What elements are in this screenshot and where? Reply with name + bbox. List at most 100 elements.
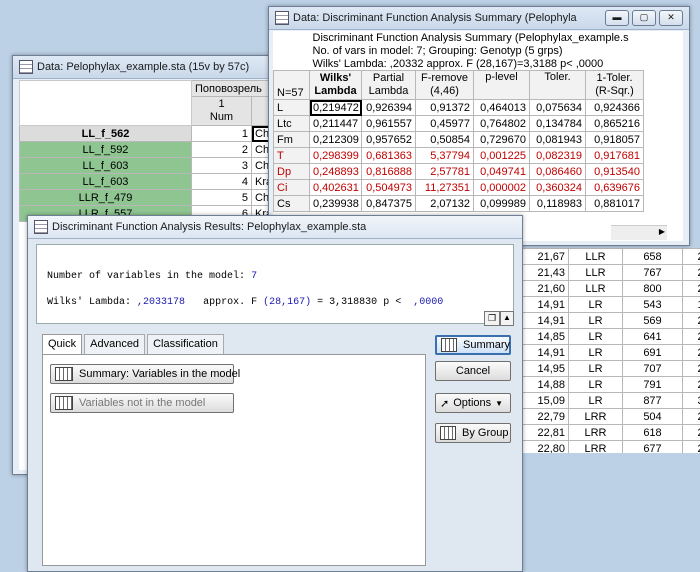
cell[interactable]: 0,639676 <box>586 180 644 196</box>
cell[interactable]: 21,67 <box>519 249 569 265</box>
cell[interactable]: 0,917681 <box>586 148 644 164</box>
cell[interactable]: 691 <box>623 345 683 361</box>
col-header-1toler[interactable]: 1-Toler.(R-Sqr.) <box>586 71 644 100</box>
cell[interactable]: 0,248893 <box>310 164 362 180</box>
cell[interactable]: 0,239938 <box>310 196 362 212</box>
cell[interactable]: LR <box>569 297 623 313</box>
cell[interactable]: 0,000002 <box>474 180 530 196</box>
cell[interactable]: 0,924366 <box>586 100 644 116</box>
table-row[interactable]: 15,09LR8773 <box>519 393 700 409</box>
scroll-up-button[interactable]: ▲ <box>500 311 514 326</box>
cell[interactable]: 14,91 <box>519 345 569 361</box>
table-row[interactable]: Cs 0,239938 0,847375 2,07132 0,099989 0,… <box>274 196 684 212</box>
cell[interactable]: 0,881017 <box>586 196 644 212</box>
row-header[interactable]: Cs <box>274 196 310 212</box>
cell[interactable]: 0,504973 <box>362 180 416 196</box>
cell[interactable]: 14,91 <box>519 297 569 313</box>
row-header[interactable]: LL_f_603 <box>20 158 192 174</box>
col-header-partial[interactable]: PartialLambda <box>362 71 416 100</box>
cell[interactable]: 14,88 <box>519 377 569 393</box>
cell[interactable]: 22,80 <box>519 441 569 454</box>
row-header[interactable]: Fm <box>274 132 310 148</box>
cell[interactable]: 22,81 <box>519 425 569 441</box>
cell[interactable]: 0,402631 <box>310 180 362 196</box>
by-group-button[interactable]: By Group <box>435 423 511 443</box>
cell[interactable]: 14,91 <box>519 313 569 329</box>
col-header-wilks[interactable]: Wilks'Lambda <box>310 71 362 100</box>
cell[interactable]: 0,099989 <box>474 196 530 212</box>
cell[interactable]: 21,43 <box>519 265 569 281</box>
row-header[interactable]: LLR_f_479 <box>20 190 192 206</box>
table-row[interactable]: 14,91LR5692 <box>519 313 700 329</box>
cell[interactable]: 14,85 <box>519 329 569 345</box>
cell[interactable]: 2,57781 <box>416 164 474 180</box>
cell[interactable]: 0,961557 <box>362 116 416 132</box>
row-header[interactable]: Ci <box>274 180 310 196</box>
copy-button[interactable]: ❐ <box>484 311 500 326</box>
cell[interactable]: 0,45977 <box>416 116 474 132</box>
cell[interactable]: 0,764802 <box>474 116 530 132</box>
col1-header[interactable]: 1 Num <box>192 97 252 126</box>
cell[interactable]: LR <box>569 329 623 345</box>
cell[interactable]: 618 <box>623 425 683 441</box>
cell[interactable]: 0,681363 <box>362 148 416 164</box>
table-row[interactable]: T 0,298399 0,681363 5,37794 0,001225 0,0… <box>274 148 684 164</box>
cell[interactable]: 877 <box>623 393 683 409</box>
minimize-button[interactable]: ▬ <box>605 10 629 26</box>
cell[interactable]: 2 <box>683 409 700 425</box>
horizontal-scrollbar[interactable]: ▶ <box>611 225 667 240</box>
cell[interactable]: 0,50854 <box>416 132 474 148</box>
cell[interactable]: 0,081943 <box>530 132 586 148</box>
cancel-button[interactable]: Cancel <box>435 361 511 381</box>
cell[interactable]: 569 <box>623 313 683 329</box>
cell[interactable]: 2 <box>683 329 700 345</box>
cell[interactable]: 0,918057 <box>586 132 644 148</box>
cell[interactable]: 0,086460 <box>530 164 586 180</box>
table-row[interactable]: L 0,219472 0,926394 0,91372 0,464013 0,0… <box>274 100 684 116</box>
table-row[interactable]: 14,91LR5431 <box>519 297 700 313</box>
col-header-plevel[interactable]: p-level <box>474 71 530 100</box>
cell[interactable]: 1 <box>192 126 252 142</box>
cell[interactable]: 0,865216 <box>586 116 644 132</box>
cell[interactable]: LRR <box>569 441 623 454</box>
table-row[interactable]: 22,79LRR5042 <box>519 409 700 425</box>
cell[interactable]: 0,91372 <box>416 100 474 116</box>
cell[interactable]: 1 <box>683 297 700 313</box>
table-row[interactable]: 14,88LR7912 <box>519 377 700 393</box>
cell[interactable]: 15,09 <box>519 393 569 409</box>
table-row[interactable]: Fm 0,212309 0,957652 0,50854 0,729670 0,… <box>274 132 684 148</box>
cell[interactable]: 0,360324 <box>530 180 586 196</box>
tab-quick[interactable]: Quick <box>42 334 82 354</box>
col-header-toler[interactable]: Toler. <box>530 71 586 100</box>
row-header[interactable]: LL_f_562 <box>20 126 192 142</box>
cell[interactable]: LRR <box>569 425 623 441</box>
cell[interactable]: 0,729670 <box>474 132 530 148</box>
cell[interactable]: LRR <box>569 409 623 425</box>
cell[interactable]: 0,049741 <box>474 164 530 180</box>
row-header[interactable]: Dp <box>274 164 310 180</box>
table-row[interactable]: LL_f_603 3 Ch <box>20 158 310 174</box>
row-header[interactable]: Ltc <box>274 116 310 132</box>
cell[interactable]: 0,001225 <box>474 148 530 164</box>
row-header[interactable]: L <box>274 100 310 116</box>
cell[interactable]: LR <box>569 377 623 393</box>
summary-variables-button[interactable]: Summary: Variables in the model <box>50 364 234 384</box>
cell[interactable]: 504 <box>623 409 683 425</box>
table-row[interactable]: LL_f_592 2 Ch <box>20 142 310 158</box>
table-row[interactable]: 14,85LR6412 <box>519 329 700 345</box>
cell[interactable]: 0,118983 <box>530 196 586 212</box>
cell[interactable]: 2 <box>683 377 700 393</box>
cell[interactable]: 21,60 <box>519 281 569 297</box>
cell[interactable]: 3 <box>683 393 700 409</box>
table-row[interactable]: Ci 0,402631 0,504973 11,27351 0,000002 0… <box>274 180 684 196</box>
scroll-right-icon[interactable]: ▶ <box>659 227 665 236</box>
cell[interactable]: LLR <box>569 249 623 265</box>
cell[interactable]: 0,212309 <box>310 132 362 148</box>
col-header-fremove[interactable]: F-remove(4,46) <box>416 71 474 100</box>
table-row[interactable]: 14,91LR6912 <box>519 345 700 361</box>
cell[interactable]: LR <box>569 313 623 329</box>
cell[interactable]: 0,134784 <box>530 116 586 132</box>
cell[interactable]: 0,464013 <box>474 100 530 116</box>
options-button[interactable]: ➚ Options ▼ <box>435 393 511 413</box>
row-header[interactable]: LL_f_603 <box>20 174 192 190</box>
